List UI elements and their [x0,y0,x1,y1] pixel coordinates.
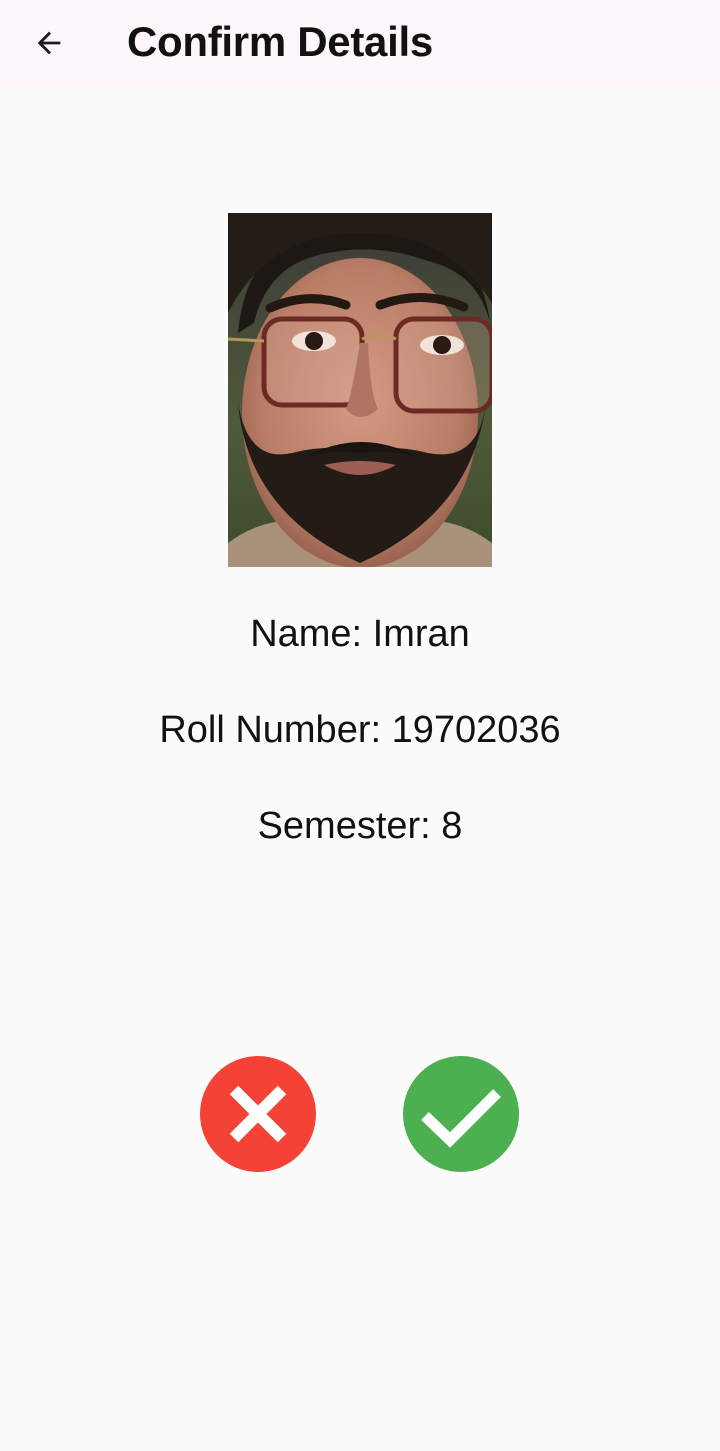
app-bar: Confirm Details [0,0,720,88]
page-title: Confirm Details [127,18,433,65]
profile-photo [228,213,492,567]
close-icon [229,1085,287,1143]
reject-button[interactable] [200,1056,316,1172]
arrow-left-icon [37,31,61,55]
check-icon [421,1089,501,1148]
confirm-button[interactable] [403,1056,519,1172]
student-name: Name: Imran [250,613,470,655]
roll-number: Roll Number: 19702036 [159,709,561,751]
back-button[interactable] [24,18,74,68]
semester: Semester: 8 [257,805,463,847]
